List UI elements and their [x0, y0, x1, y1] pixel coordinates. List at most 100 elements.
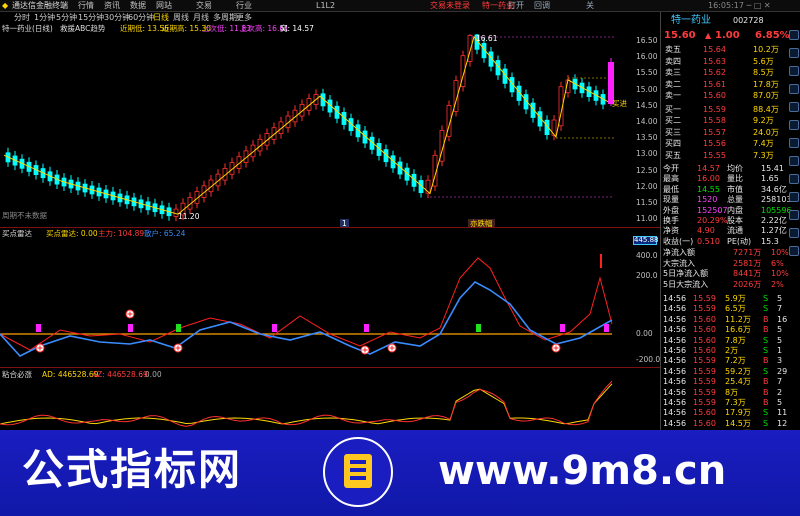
tab-5[interactable]: 60分钟 [128, 12, 154, 23]
order-level-label: 卖三 [665, 68, 681, 77]
win-button-1[interactable]: 回调 [534, 0, 550, 12]
tab-9[interactable]: 多周期 [213, 12, 237, 23]
volume-flag-icon [36, 324, 41, 332]
order-price: 15.56 [703, 139, 726, 148]
tick-row: 14:56 15.59 6.5万 S 7 [661, 304, 789, 314]
app-title: 通达信金融终端 [12, 1, 68, 10]
stat-row: 净资 4.90 流通 1.27亿 [661, 226, 789, 236]
side-tool-icon[interactable] [789, 138, 799, 148]
tick-row: 14:56 15.59 8万 B 2 [661, 388, 789, 398]
flow-row: 大宗流入 2581万 6% [661, 259, 789, 269]
order-volume: 17.8万 [753, 79, 779, 89]
buy-radar-chart[interactable] [0, 238, 636, 366]
tab-6[interactable]: 日线 [153, 12, 169, 23]
win-button-0[interactable]: 打开 [508, 0, 524, 12]
tick-side: S [763, 335, 769, 345]
tick-volume: 2万 [725, 346, 739, 355]
tick-time: 14:56 [663, 387, 687, 397]
tick-row: 14:56 15.60 2万 S 1 [661, 346, 789, 356]
side-tool-icon[interactable] [789, 120, 799, 130]
price-axis-label: 11.50 [636, 198, 658, 207]
stat-row: 最高 16.00 量比 1.65 [661, 174, 789, 184]
side-tool-icon[interactable] [789, 246, 799, 256]
stat-row: 换手 20.29% 股本 2.22亿 [661, 216, 789, 226]
tick-count: 1 [777, 346, 783, 355]
tick-price: 15.59 [693, 398, 716, 407]
order-level-label: 买四 [665, 139, 681, 148]
tick-count: 3 [777, 356, 783, 366]
menu-item-4[interactable]: 交易 [196, 0, 212, 12]
side-tool-icon[interactable] [789, 210, 799, 220]
order-price: 15.62 [703, 68, 726, 77]
volume-flag-icon [364, 324, 369, 332]
side-tool-icon[interactable] [789, 174, 799, 184]
tab-0[interactable]: 分时 [14, 12, 30, 23]
tick-price: 15.59 [693, 304, 716, 314]
stat-label-2: 流通 [727, 226, 743, 236]
tick-time: 14:56 [663, 418, 687, 428]
tab-1[interactable]: 1分钟 [34, 12, 55, 23]
tab-7[interactable]: 周线 [173, 12, 189, 23]
quote-pct: 6.85% [755, 30, 790, 41]
tab-10[interactable]: 更多 [236, 12, 252, 23]
order-book-row: 卖五 15.64 10.2万 [661, 45, 789, 55]
tick-row: 14:56 15.60 17.9万 S 11 [661, 408, 789, 418]
price-axis-label: 15.00 [636, 84, 658, 94]
menu-item-2[interactable]: 数据 [130, 0, 146, 12]
tick-count: 5 [777, 335, 783, 345]
main-kline-chart[interactable] [0, 34, 636, 226]
stat-label: 净资 [663, 226, 679, 236]
chart-stock-name: 特一药业(日线) [2, 24, 53, 33]
stat-value-2: 15.41 [761, 164, 784, 173]
side-tool-icon[interactable] [789, 66, 799, 76]
tick-volume: 14.5万 [725, 418, 751, 428]
side-tool-icon[interactable] [789, 102, 799, 112]
side-tool-icon[interactable] [789, 192, 799, 202]
tick-time: 14:56 [663, 325, 687, 335]
menu-item-3[interactable]: 网站 [156, 0, 172, 12]
menu-item-6[interactable]: L1L2 [316, 0, 335, 12]
side-tool-icon[interactable] [789, 156, 799, 166]
tab-8[interactable]: 月线 [193, 12, 209, 23]
sub1-name[interactable]: 买点雷达 [2, 229, 32, 238]
stat-label: 最高 [663, 174, 679, 184]
order-volume: 5.6万 [753, 56, 774, 66]
sub1-axis-label: 0.00 [636, 329, 653, 338]
stat-value: 14.57 [697, 164, 720, 173]
win-button-2[interactable]: 关 [586, 0, 594, 12]
menu-item-5[interactable]: 行业 [236, 0, 252, 12]
order-book-row: 卖三 15.62 8.5万 [661, 68, 789, 78]
side-tool-icon[interactable] [789, 48, 799, 58]
trading-terminal: ◆ 通达信金融终端 行情 资讯 数据 网站 交易 行业 L1L2 交易未登录 特… [0, 0, 800, 516]
tab-4[interactable]: 30分钟 [104, 12, 130, 23]
buy-mark: 买进 [612, 99, 627, 108]
tick-time: 14:56 [663, 356, 687, 366]
tab-2[interactable]: 5分钟 [56, 12, 77, 23]
login-status[interactable]: 交易未登录 [430, 0, 470, 12]
price-axis-label: 13.50 [636, 133, 658, 143]
sub1-v3: 散户: 65.24 [144, 229, 186, 238]
watermark-logo-icon [323, 437, 393, 507]
menu-item-1[interactable]: 资讯 [104, 0, 120, 12]
menu-item-0[interactable]: 行情 [78, 0, 94, 12]
side-tool-icon[interactable] [789, 84, 799, 94]
tick-volume: 7.3万 [725, 398, 746, 407]
side-tool-icon[interactable] [789, 228, 799, 238]
sub1-axis-label: 200.0 [636, 271, 658, 280]
indicator-name[interactable]: 救援ABC趋势 [60, 23, 105, 34]
stat-value-2: 105596 [761, 205, 792, 215]
tick-price: 15.59 [693, 366, 716, 376]
volume-flag-icon [476, 324, 481, 332]
tab-3[interactable]: 15分钟 [78, 12, 104, 23]
side-tool-icon[interactable] [789, 30, 799, 40]
flow-label: 大宗流入 [663, 258, 695, 268]
order-book-row: 买三 15.57 24.0万 [661, 128, 789, 138]
high-label: 16.61 [476, 34, 498, 43]
tick-volume: 11.2万 [725, 314, 751, 324]
tick-side: B [763, 398, 769, 407]
flow-pct: 2% [771, 279, 784, 289]
stat-label-2: 股本 [727, 216, 743, 225]
tick-time: 14:56 [663, 346, 687, 355]
glue-chart[interactable] [0, 378, 636, 430]
order-book-row: 买四 15.56 7.4万 [661, 139, 789, 149]
